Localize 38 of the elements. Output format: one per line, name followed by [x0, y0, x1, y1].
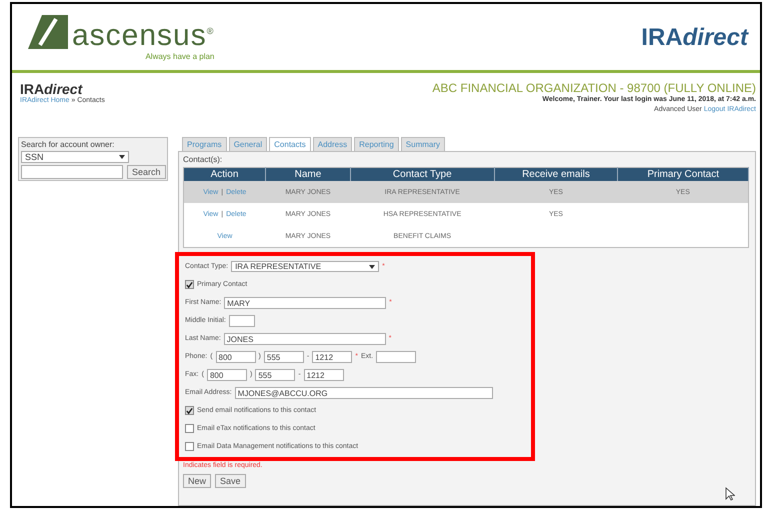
input-field[interactable]: MJONES@ABCCU.ORG: [234, 386, 493, 398]
input-field[interactable]: MARY: [224, 296, 386, 308]
logo-icon: [28, 15, 68, 49]
input-field[interactable]: [376, 350, 416, 362]
column-header: Primary Contact: [618, 168, 748, 181]
input-field[interactable]: 555: [264, 350, 304, 362]
caret-icon: [369, 264, 376, 268]
contact-type-select[interactable]: IRA REPRESENTATIVE: [231, 261, 380, 272]
checkbox[interactable]: [185, 280, 194, 289]
checkbox[interactable]: [185, 424, 194, 433]
tab[interactable]: Contacts: [269, 137, 311, 151]
checkbox[interactable]: [185, 406, 194, 415]
form-button[interactable]: Save: [215, 474, 246, 488]
page-title: IRAdirect: [20, 81, 84, 97]
input-field[interactable]: 555: [255, 368, 296, 380]
checkbox[interactable]: [185, 442, 194, 451]
input-field[interactable]: 1212: [312, 350, 352, 362]
search-field[interactable]: [21, 165, 123, 179]
column-header: Action: [184, 168, 266, 181]
logo-wordmark: ascensus$^{®}$: [72, 18, 214, 52]
form-button[interactable]: New: [183, 474, 212, 488]
search-label: Search for account owner:: [21, 140, 116, 149]
input-field[interactable]: 1212: [304, 368, 344, 380]
contacts-label: Contact(s):: [183, 155, 224, 164]
search-type-select[interactable]: SSN: [21, 151, 129, 163]
input-field[interactable]: [228, 314, 255, 326]
input-field[interactable]: JONES: [224, 332, 386, 344]
organization-title: ABC FINANCIAL ORGANIZATION - 98700 (FULLY ONLINE): [432, 81, 756, 95]
tagline: Always have a plan: [145, 52, 214, 61]
column-header: Contact Type: [350, 168, 494, 181]
brand-title: IRAdirect: [641, 24, 748, 52]
column-header: Receive emails: [494, 168, 618, 181]
column-header: Name: [265, 168, 350, 181]
caret-icon: [119, 155, 125, 159]
cursor-icon: [725, 487, 735, 501]
search-button[interactable]: Search: [127, 165, 166, 179]
input-field[interactable]: 800: [216, 350, 256, 362]
input-field[interactable]: 800: [206, 368, 247, 380]
